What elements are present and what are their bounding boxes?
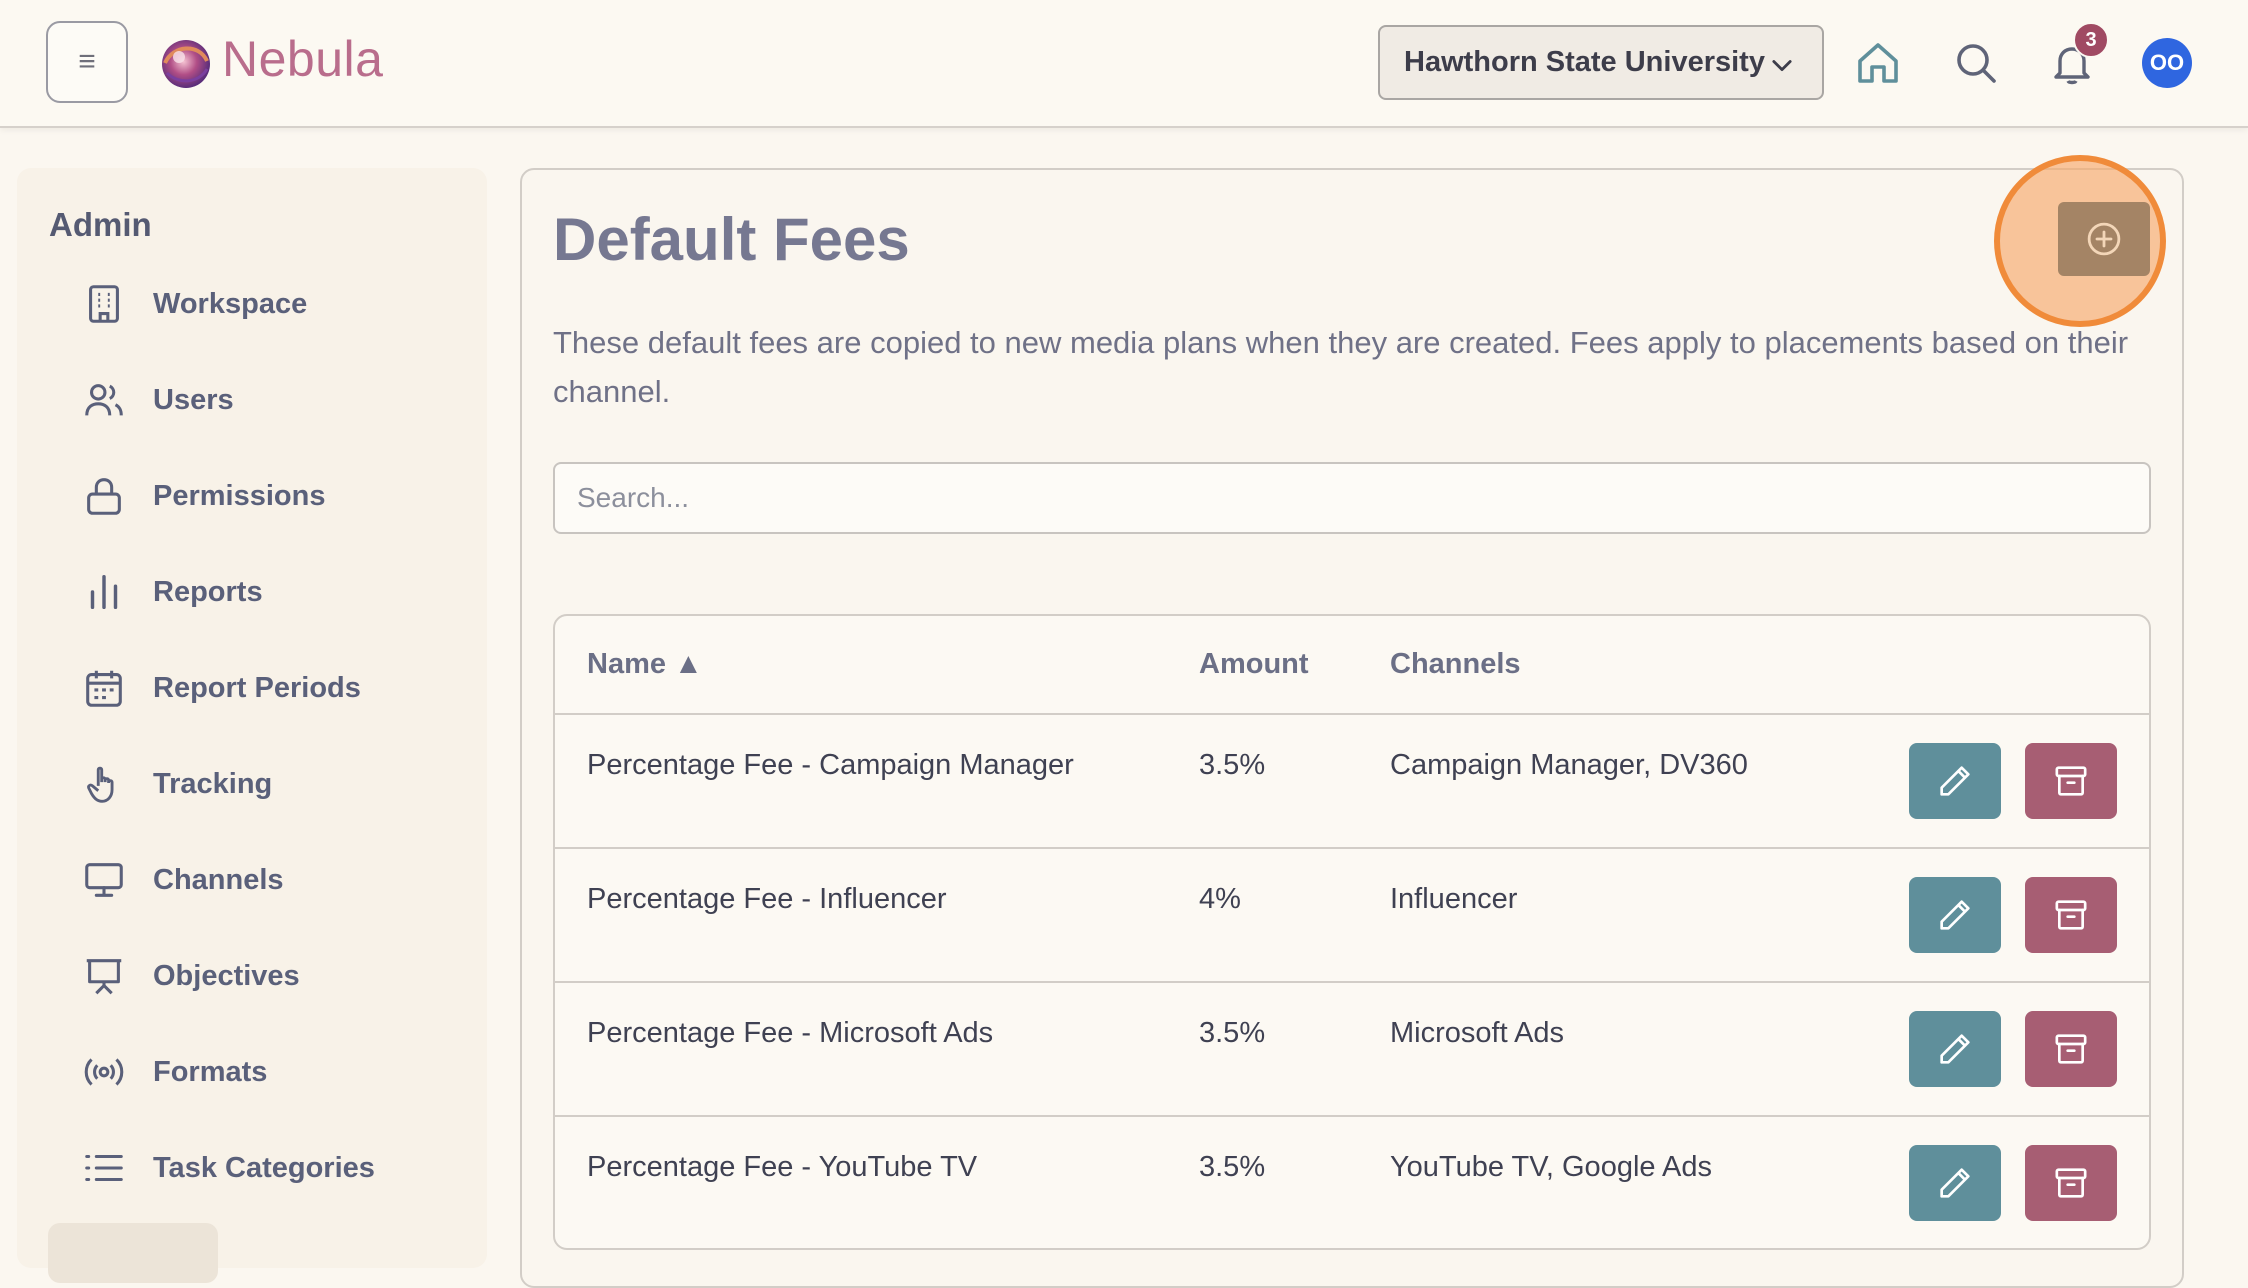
organization-select[interactable]: Hawthorn State University <box>1378 25 1824 100</box>
hand-pointer-icon <box>87 766 114 803</box>
sidebar-item-task-categories[interactable]: Task Categories <box>47 1133 467 1203</box>
menu-toggle-button[interactable]: ≡ <box>46 21 128 103</box>
table-row: Percentage Fee - YouTube TV 3.5% YouTube… <box>555 1117 2149 1248</box>
archive-button[interactable] <box>2025 743 2117 819</box>
archive-icon <box>2055 1168 2087 1198</box>
user-avatar[interactable]: OO <box>2142 38 2192 88</box>
nebula-logo-icon <box>162 40 210 88</box>
edit-button[interactable] <box>1909 877 2001 953</box>
building-icon <box>89 285 119 323</box>
sidebar-item-label: Workspace <box>153 287 308 320</box>
add-fee-button[interactable] <box>2058 202 2150 276</box>
sidebar-item-label: Task Categories <box>153 1151 375 1184</box>
users-icon <box>85 384 123 416</box>
edit-button[interactable] <box>1909 1145 2001 1221</box>
home-icon[interactable] <box>1854 38 1902 88</box>
search-input[interactable] <box>553 462 2151 534</box>
top-bar: ≡ Nebula Hawthorn State University 3 OO <box>0 0 2248 128</box>
search-icon[interactable] <box>1952 38 2000 88</box>
sidebar-item-channels[interactable]: Channels <box>47 845 467 915</box>
sidebar-item-formats[interactable]: Formats <box>47 1037 467 1107</box>
monitor-icon <box>85 863 123 897</box>
sidebar-item-report-periods[interactable]: Report Periods <box>47 653 467 723</box>
sidebar-item-label: Reports <box>153 575 263 608</box>
sidebar-title: Admin <box>49 206 152 243</box>
fee-name: Percentage Fee - Influencer <box>587 883 947 915</box>
fee-channels: Influencer <box>1390 883 1518 915</box>
sidebar-item-label: Channels <box>153 863 284 896</box>
sidebar-item-label: Tracking <box>153 767 273 800</box>
sidebar-item-label: Formats <box>153 1055 268 1088</box>
sidebar-item-tracking[interactable]: Tracking <box>47 749 467 819</box>
pencil-icon <box>1940 900 1970 930</box>
organization-select-value: Hawthorn State University <box>1404 46 1765 78</box>
fee-amount: 3.5% <box>1199 1151 1266 1183</box>
pencil-icon <box>1940 1168 1970 1198</box>
pencil-icon <box>1940 1034 1970 1064</box>
fee-channels: YouTube TV, Google Ads <box>1390 1151 1712 1183</box>
fee-amount: 3.5% <box>1199 749 1266 781</box>
brand-name: Nebula <box>222 31 384 87</box>
sidebar-item-label: Users <box>153 383 234 416</box>
sidebar-item-label: Objectives <box>153 959 300 992</box>
edit-button[interactable] <box>1909 1011 2001 1087</box>
table-row: Percentage Fee - Influencer 4% Influence… <box>555 849 2149 983</box>
sidebar-item-permissions[interactable]: Permissions <box>47 461 467 531</box>
archive-icon <box>2055 766 2087 796</box>
archive-button[interactable] <box>2025 1145 2117 1221</box>
fee-amount: 3.5% <box>1199 1017 1266 1049</box>
sidebar-item-objectives[interactable]: Objectives <box>47 941 467 1011</box>
column-header-amount[interactable]: Amount <box>1199 648 1309 681</box>
column-header-name[interactable]: Name ▲ <box>587 648 703 681</box>
fee-channels: Campaign Manager, DV360 <box>1390 749 1748 781</box>
hamburger-icon: ≡ <box>78 45 96 78</box>
fee-name: Percentage Fee - YouTube TV <box>587 1151 978 1183</box>
fee-channels: Microsoft Ads <box>1390 1017 1565 1049</box>
page-title: Default Fees <box>553 206 910 273</box>
fees-table: Name ▲ Amount Channels Percentage Fee - … <box>553 614 2151 1250</box>
sidebar-item-label: Report Periods <box>153 671 361 704</box>
column-header-channels[interactable]: Channels <box>1390 648 1521 681</box>
sidebar-item-active[interactable] <box>48 1223 218 1283</box>
table-row: Percentage Fee - Campaign Manager 3.5% C… <box>555 715 2149 849</box>
page-description: These default fees are copied to new med… <box>553 325 2129 409</box>
admin-sidebar: Admin Workspace Users Permissions Report… <box>17 168 487 1283</box>
sidebar-item-reports[interactable]: Reports <box>47 557 467 627</box>
fee-name: Percentage Fee - Microsoft Ads <box>587 1017 994 1049</box>
pencil-icon <box>1940 766 1970 796</box>
calendar-icon <box>86 670 122 707</box>
list-icon <box>85 1154 123 1182</box>
sidebar-item-users[interactable]: Users <box>47 365 467 435</box>
table-row: Percentage Fee - Microsoft Ads 3.5% Micr… <box>555 983 2149 1117</box>
archive-icon <box>2055 1034 2087 1064</box>
bar-chart-icon <box>90 574 118 610</box>
archive-button[interactable] <box>2025 877 2117 953</box>
broadcast-icon <box>84 1058 124 1086</box>
archive-button[interactable] <box>2025 1011 2117 1087</box>
sidebar-item-workspace[interactable]: Workspace <box>47 269 467 339</box>
sidebar-item-label: Permissions <box>153 479 326 512</box>
chevron-down-icon <box>1772 60 1792 72</box>
notification-badge: 3 <box>2073 22 2109 58</box>
fee-amount: 4% <box>1199 883 1241 915</box>
lock-icon <box>87 478 121 515</box>
fee-name: Percentage Fee - Campaign Manager <box>587 749 1074 781</box>
edit-button[interactable] <box>1909 743 2001 819</box>
plus-circle-icon <box>2087 222 2121 256</box>
archive-icon <box>2055 900 2087 930</box>
presentation-icon <box>86 959 122 995</box>
